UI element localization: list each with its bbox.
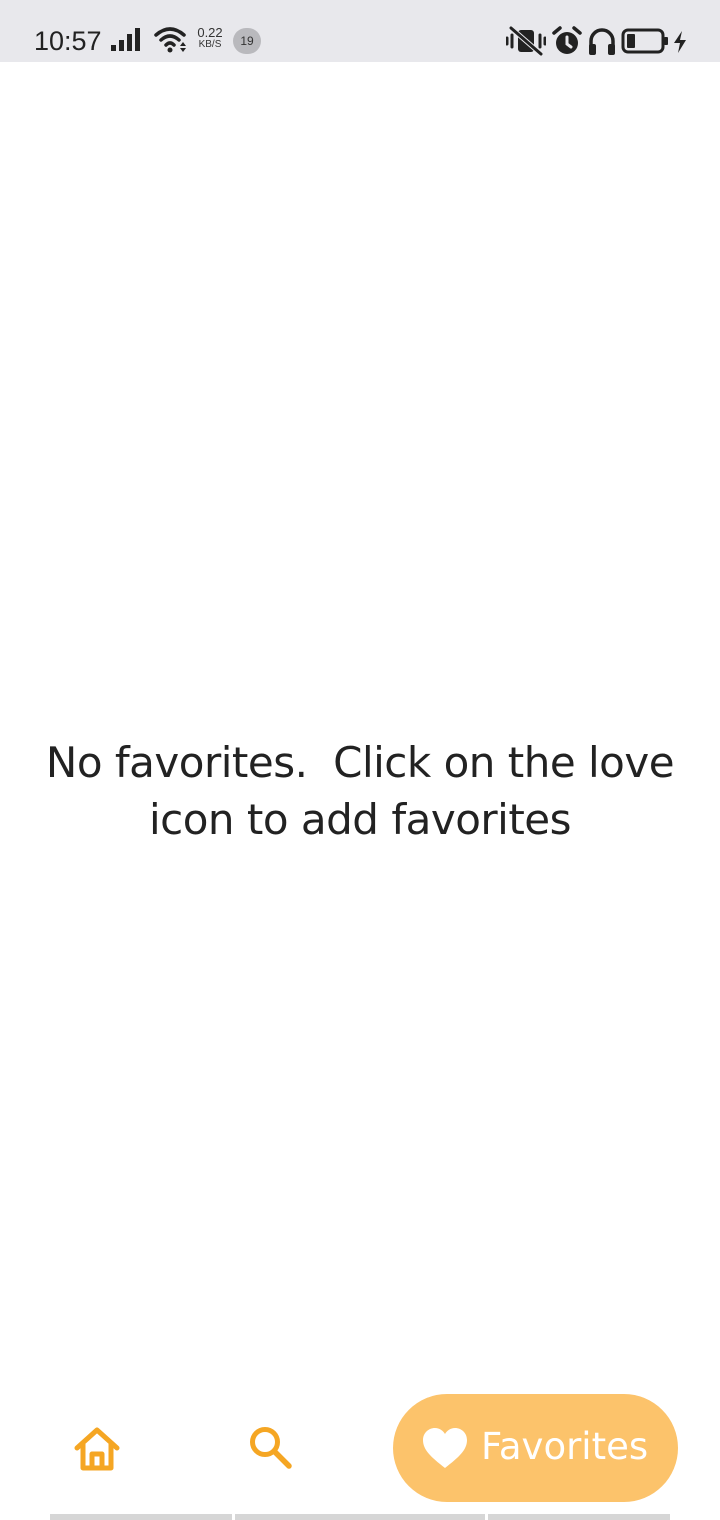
nav-home-button[interactable] [72, 1426, 122, 1472]
status-bar: 10:57 0.22 KB/S 19 [0, 0, 720, 62]
nav-favorites-button[interactable]: Favorites [393, 1394, 678, 1502]
wifi-icon [154, 27, 186, 53]
net-speed-value: 0.22 [197, 25, 223, 40]
bottom-navigation: Favorites [0, 1390, 720, 1520]
nav-favorites-label: Favorites [481, 1425, 649, 1468]
headphones-icon [589, 28, 615, 55]
alarm-icon [552, 26, 582, 54]
nav-divider [235, 1514, 485, 1520]
heart-icon [423, 1428, 467, 1468]
status-time: 10:57 [34, 26, 102, 56]
net-speed: 0.22 KB/S [193, 26, 227, 51]
nav-search-button[interactable] [246, 1424, 296, 1472]
home-icon [74, 1427, 120, 1471]
empty-message-line-1: No favorites. Click on the love [45, 738, 675, 787]
empty-favorites-message: No favorites. Click on the love icon to … [0, 734, 720, 848]
empty-message-line-2: icon to add favorites [148, 795, 572, 844]
charging-icon [674, 31, 686, 53]
notification-count-badge: 19 [233, 28, 261, 54]
battery-icon [621, 28, 668, 54]
nav-divider [488, 1514, 670, 1520]
signal-icon [111, 28, 140, 51]
net-speed-unit: KB/S [198, 39, 222, 50]
search-icon [250, 1427, 292, 1469]
vibrate-icon [506, 26, 546, 56]
nav-divider [50, 1514, 232, 1520]
